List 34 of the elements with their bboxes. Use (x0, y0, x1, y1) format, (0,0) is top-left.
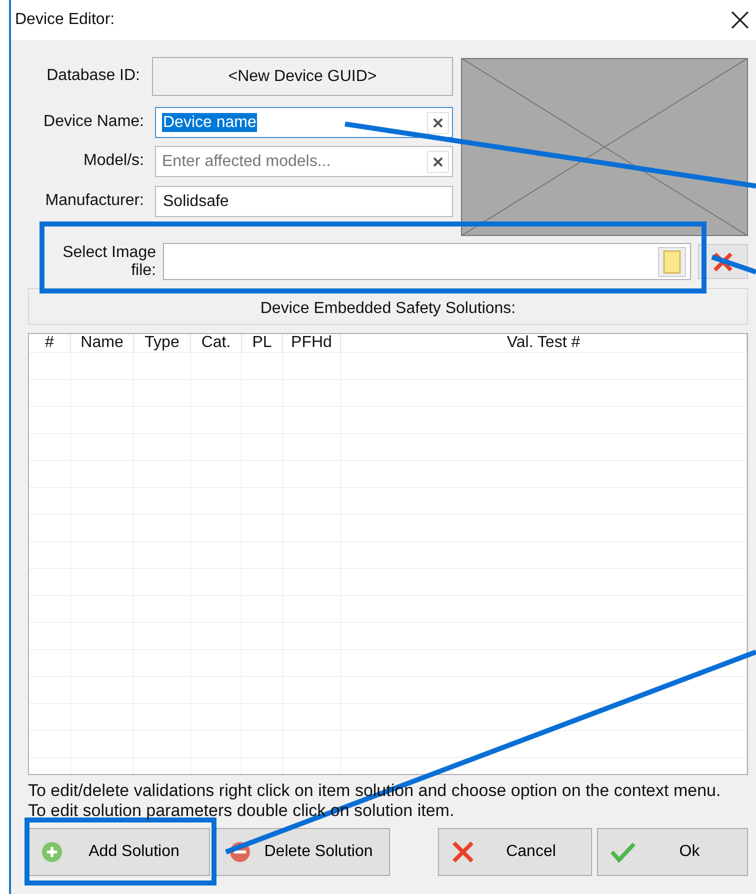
text-field[interactable]: Device name (155, 107, 453, 138)
column-header[interactable]: Cat. (191, 334, 242, 352)
field-label: Model/s: (82, 153, 145, 170)
close-icon (433, 118, 443, 128)
plus-circle-icon (41, 841, 63, 863)
text-field[interactable]: Enter affected models... (155, 146, 453, 177)
cancel-button[interactable]: Cancel (438, 828, 592, 876)
minus-circle-icon (228, 840, 252, 864)
delete-button[interactable]: Delete Solution (215, 828, 390, 876)
image-file-field[interactable] (163, 243, 691, 280)
checkmark-icon (610, 841, 636, 863)
leader-line (711, 254, 756, 274)
clear-button[interactable] (427, 150, 449, 172)
folder-icon (662, 250, 681, 274)
column-header[interactable]: Type (134, 334, 191, 352)
database-id-field: <New Device GUID> (152, 57, 453, 96)
column-header[interactable]: # (29, 334, 71, 352)
field-label: Manufacturer: (44, 193, 145, 210)
close-icon[interactable] (730, 10, 750, 30)
text-field[interactable]: Solidsafe (155, 186, 453, 217)
column-header[interactable]: PL (242, 334, 283, 352)
close-icon (433, 156, 443, 166)
cross-icon (451, 840, 475, 864)
ok-button[interactable]: Ok (597, 828, 748, 876)
cross-icon (712, 250, 734, 272)
add-button[interactable]: Add Solution (28, 828, 210, 876)
clear-button[interactable] (427, 112, 449, 134)
field-label: Database ID: (46, 68, 141, 85)
column-header[interactable]: Name (71, 334, 134, 352)
field-label: Device Name: (42, 114, 145, 131)
window-title: Device Editor: (15, 11, 115, 29)
column-header[interactable]: Val. Test # (341, 334, 747, 352)
column-header[interactable]: PFHd (283, 334, 341, 352)
field-label: Select Image file: (62, 244, 156, 280)
